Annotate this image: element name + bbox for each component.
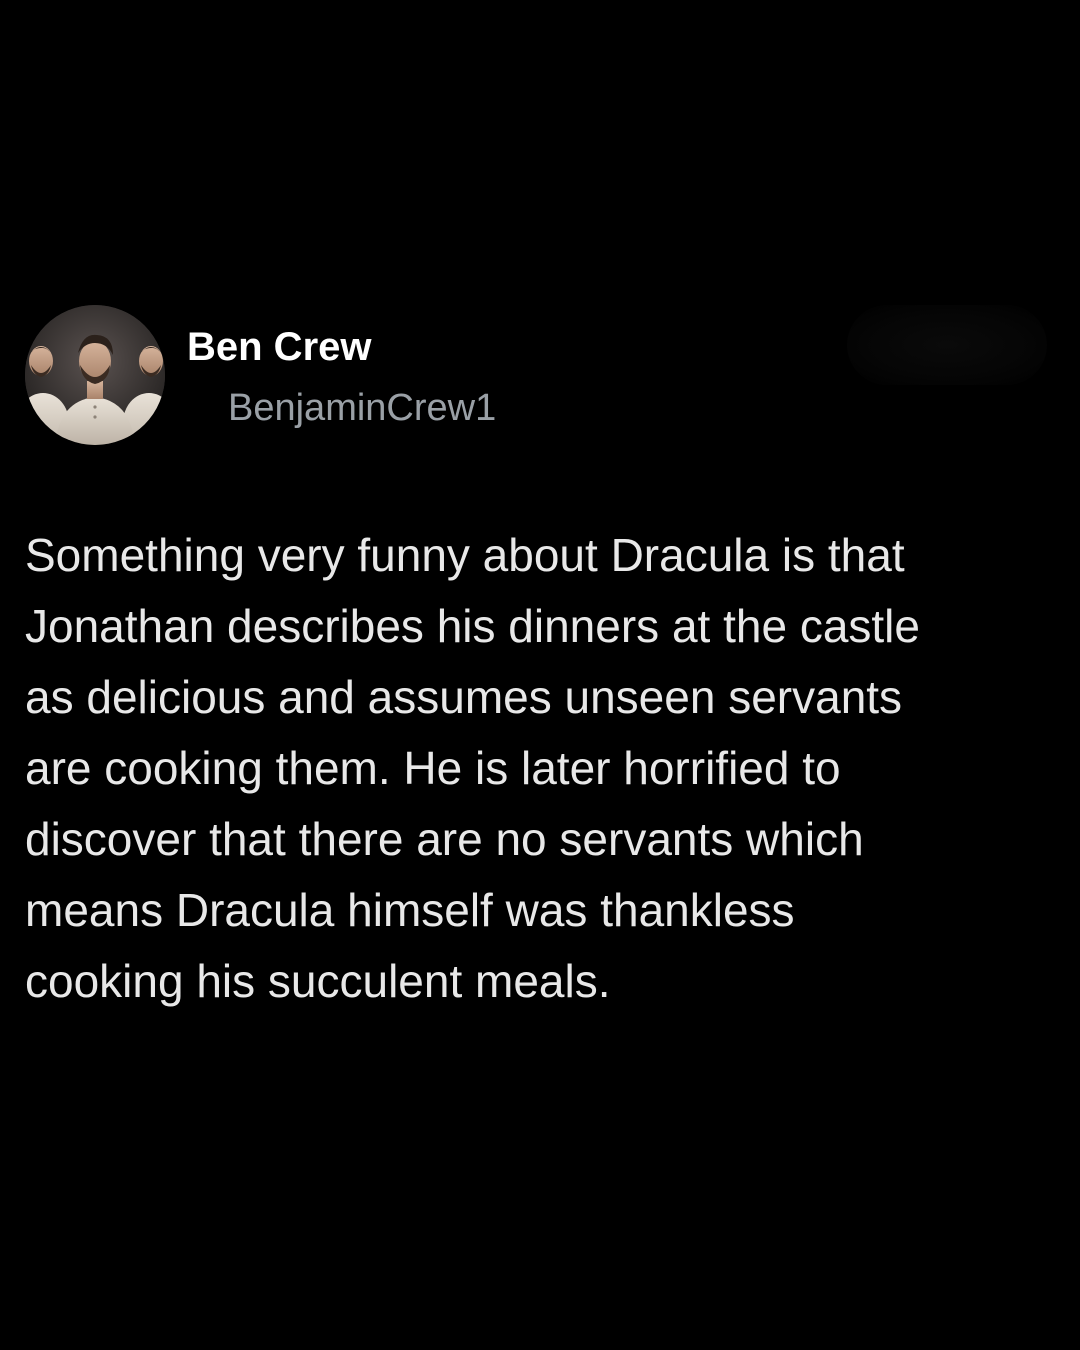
- tweet-text-line: Something very funny about Dracula is th…: [25, 529, 905, 581]
- tweet-header: Ben Crew BenjaminCrew1: [25, 305, 1055, 450]
- tweet-card: Ben Crew BenjaminCrew1 Something very fu…: [0, 0, 1080, 1350]
- avatar[interactable]: [25, 305, 165, 445]
- profile-photo-icon: [25, 305, 165, 445]
- tweet-text-line: are cooking them. He is later horrified …: [25, 742, 841, 794]
- tweet-text-line: as delicious and assumes unseen servants: [25, 671, 903, 723]
- redacted-region: [847, 305, 1047, 385]
- tweet-text-line: cooking his succulent meals.: [25, 955, 611, 1007]
- tweet-text-line: discover that there are no servants whic…: [25, 813, 864, 865]
- tweet-text: Something very funny about Dracula is th…: [25, 520, 1060, 1017]
- display-name[interactable]: Ben Crew: [187, 323, 372, 371]
- tweet-text-line: Jonathan describes his dinners at the ca…: [25, 600, 920, 652]
- tweet-text-line: means Dracula himself was thankless: [25, 884, 795, 936]
- user-handle[interactable]: BenjaminCrew1: [228, 385, 496, 431]
